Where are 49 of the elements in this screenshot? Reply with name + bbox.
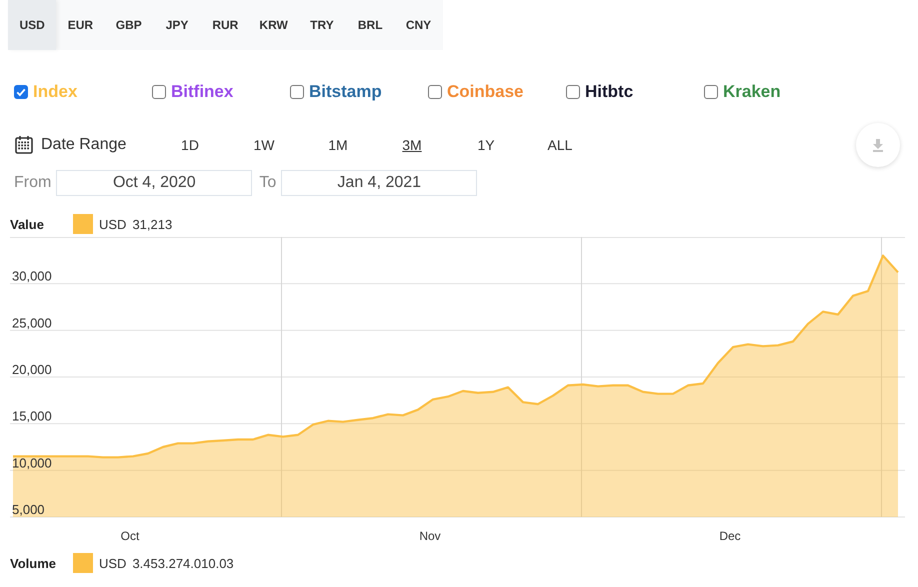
from-label: From xyxy=(14,174,52,192)
download-icon xyxy=(870,137,886,153)
checkbox[interactable] xyxy=(14,85,28,99)
exchange-label[interactable]: Bitfinex xyxy=(171,82,234,102)
currency-tab[interactable]: GBP xyxy=(104,0,153,50)
legend-series: USD xyxy=(99,556,126,570)
range-button[interactable]: 1Y xyxy=(449,137,523,153)
x-axis-label: Oct xyxy=(120,529,140,543)
to-date-field[interactable]: Jan 4, 2021 xyxy=(281,170,478,196)
checkbox[interactable] xyxy=(428,85,442,99)
range-button[interactable]: ALL xyxy=(523,137,597,153)
range-button[interactable]: 1M xyxy=(301,137,375,153)
currency-tab[interactable]: JPY xyxy=(152,0,202,50)
x-axis-label: Dec xyxy=(719,529,741,543)
exchange-label[interactable]: Hitbtc xyxy=(585,82,634,102)
y-axis-label: 10,000 xyxy=(12,455,52,470)
exchange-label[interactable]: Bitstamp xyxy=(309,82,382,102)
legend-title: Value xyxy=(10,216,45,232)
legend-value: 3.453.274.010.03 xyxy=(132,556,234,570)
y-axis-label: 15,000 xyxy=(12,408,52,424)
checkbox[interactable] xyxy=(290,85,304,99)
legend-title: Volume xyxy=(10,556,57,570)
y-axis-label: 5,000 xyxy=(12,502,45,517)
currency-tab[interactable]: BRL xyxy=(346,0,394,50)
currency-tab[interactable]: TRY xyxy=(298,0,346,50)
x-axis-label: Nov xyxy=(419,529,441,543)
range-button[interactable]: 3M xyxy=(375,137,449,153)
range-button[interactable]: 1D xyxy=(153,137,227,153)
currency-tab[interactable]: RUR xyxy=(201,0,250,50)
y-axis-label: 20,000 xyxy=(12,362,52,377)
currency-tab[interactable]: EUR xyxy=(56,0,105,50)
y-axis-label: 25,000 xyxy=(12,315,52,330)
calendar-icon xyxy=(14,135,34,155)
checkbox[interactable] xyxy=(566,85,580,99)
date-range-label: Date Range xyxy=(41,136,128,154)
exchange-label[interactable]: Kraken xyxy=(723,82,781,102)
checkbox[interactable] xyxy=(152,85,166,99)
legend-swatch xyxy=(73,553,93,573)
currency-tab[interactable]: USD xyxy=(8,0,56,50)
legend-value: 31,213 xyxy=(132,216,172,232)
to-label: To xyxy=(259,174,276,192)
range-button[interactable]: 1W xyxy=(227,137,301,153)
checkbox[interactable] xyxy=(704,85,718,99)
legend-series: USD xyxy=(99,216,126,232)
currency-tab[interactable]: CNY xyxy=(394,0,443,50)
y-axis-label: 30,000 xyxy=(12,268,52,284)
legend-swatch xyxy=(73,214,93,234)
from-date-field[interactable]: Oct 4, 2020 xyxy=(56,170,252,196)
currency-tab[interactable]: KRW xyxy=(249,0,298,50)
